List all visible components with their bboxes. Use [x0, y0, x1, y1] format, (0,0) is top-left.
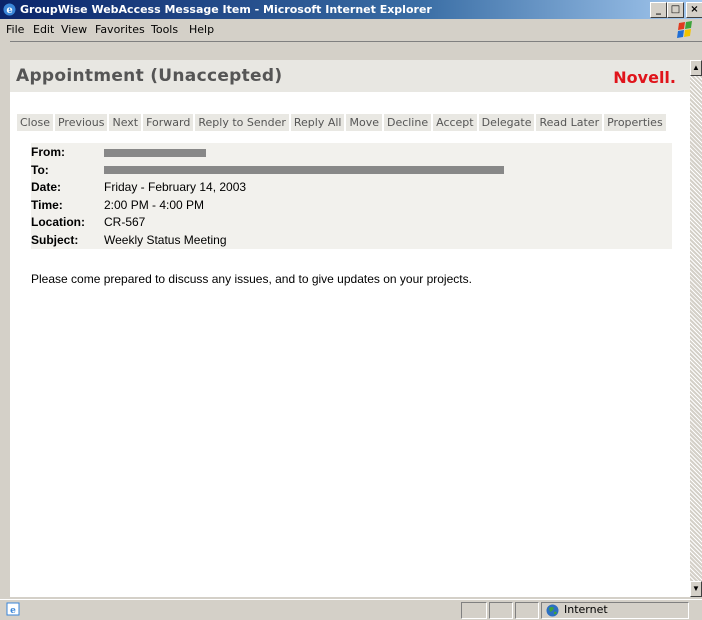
- properties-button[interactable]: Properties: [604, 114, 666, 131]
- close-window-button[interactable]: ×: [686, 2, 702, 18]
- status-bar: e Internet: [0, 599, 702, 620]
- menu-view[interactable]: View: [61, 23, 87, 36]
- internet-explorer-icon: e: [3, 3, 16, 16]
- svg-text:e: e: [6, 5, 12, 16]
- date-label: Date:: [31, 180, 62, 194]
- action-toolbar: Close Previous Next Forward Reply to Sender R…: [17, 114, 668, 132]
- scroll-down-button[interactable]: ▼: [690, 581, 702, 597]
- svg-text:e: e: [10, 606, 16, 616]
- novell-logo: Novell.: [613, 68, 676, 87]
- location-value: CR-567: [104, 215, 146, 229]
- accept-button[interactable]: Accept: [433, 114, 477, 131]
- subject-label: Subject:: [31, 232, 79, 247]
- status-pane-2: [489, 602, 513, 619]
- status-pane-3: [515, 602, 539, 619]
- window-title: GroupWise WebAccess Message Item - Micro…: [20, 3, 432, 16]
- message-body: Please come prepared to discuss any issu…: [31, 272, 472, 286]
- previous-button[interactable]: Previous: [54, 114, 108, 131]
- next-button[interactable]: Next: [109, 114, 142, 131]
- windows-logo-icon: [677, 21, 692, 38]
- window-frame-left: [0, 41, 10, 599]
- menu-tools[interactable]: Tools: [151, 23, 178, 36]
- reply-to-sender-button[interactable]: Reply to Sender: [195, 114, 289, 131]
- menu-file[interactable]: File: [6, 23, 24, 36]
- page-content: [10, 61, 690, 597]
- menu-favorites[interactable]: Favorites: [95, 23, 145, 36]
- zone-label: Internet: [564, 603, 608, 616]
- menu-bar: File Edit View Favorites Tools Help: [0, 19, 702, 42]
- redacted-recipients: [104, 166, 504, 175]
- page-header: Appointment (Unaccepted) Novell.: [10, 60, 690, 92]
- subject-value: Weekly Status Meeting: [104, 232, 227, 247]
- title-bar[interactable]: e GroupWise WebAccess Message Item - Mic…: [0, 0, 702, 19]
- status-pane-1: [461, 602, 487, 619]
- to-label: To:: [31, 162, 49, 177]
- minimize-button[interactable]: _: [650, 2, 667, 18]
- scroll-up-button[interactable]: ▲: [690, 60, 702, 76]
- to-value: [104, 163, 504, 177]
- delegate-button[interactable]: Delegate: [478, 114, 535, 131]
- reply-all-button[interactable]: Reply All: [290, 114, 345, 131]
- location-label: Location:: [31, 215, 85, 229]
- status-zone-pane: Internet: [541, 602, 689, 619]
- date-value: Friday - February 14, 2003: [104, 180, 247, 194]
- menu-edit[interactable]: Edit: [33, 23, 54, 36]
- move-button[interactable]: Move: [346, 114, 382, 131]
- globe-icon: [546, 604, 559, 617]
- maximize-button[interactable]: □: [667, 2, 684, 18]
- page-icon: e: [6, 602, 20, 616]
- from-label: From:: [31, 145, 65, 159]
- close-button[interactable]: Close: [17, 114, 53, 131]
- time-label: Time:: [31, 197, 63, 212]
- vertical-scrollbar[interactable]: [690, 60, 702, 597]
- browser-window: e GroupWise WebAccess Message Item - Mic…: [0, 0, 702, 620]
- decline-button[interactable]: Decline: [383, 114, 432, 131]
- from-value: [104, 145, 206, 159]
- menu-help[interactable]: Help: [189, 23, 214, 36]
- time-value: 2:00 PM - 4:00 PM: [104, 197, 205, 212]
- forward-button[interactable]: Forward: [143, 114, 194, 131]
- page-title: Appointment (Unaccepted): [16, 66, 283, 86]
- redacted-sender: [104, 148, 206, 157]
- read-later-button[interactable]: Read Later: [536, 114, 603, 131]
